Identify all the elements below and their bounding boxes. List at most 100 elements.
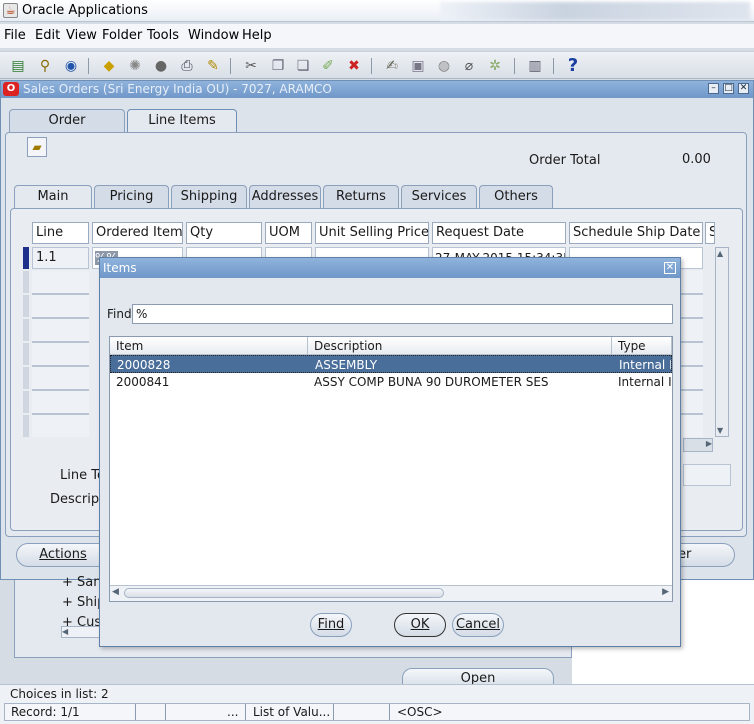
list-item[interactable]: 2000841 ASSY COMP BUNA 90 DUROMETER SES … [110,373,672,391]
navigator-icon[interactable]: ◉ [61,56,81,76]
line-cell[interactable]: 1.1 [32,247,89,269]
navigator-scroll-left-icon[interactable]: ◀ [61,626,101,638]
cut-icon[interactable]: ✂ [241,56,261,76]
ok-button-label: OK [410,617,430,632]
cancel-button-label: Cancel [455,617,501,632]
scroll-up-icon[interactable]: ▲ [717,249,723,258]
item-description: ASSEMBLY [315,358,378,372]
item-description: ASSY COMP BUNA 90 DUROMETER SES [314,375,549,389]
print-icon[interactable]: ⎙ [177,56,197,76]
open-folder-icon[interactable]: ▰ [27,137,47,157]
navigator-item[interactable]: + San [62,575,101,590]
close-icon[interactable]: ✕ [738,83,749,94]
tab-order-information[interactable]: Order Information [9,109,125,150]
save-icon[interactable]: ◆ [99,56,119,76]
column-header-type[interactable]: Type [612,337,672,355]
status-divider [389,704,390,720]
attach-icon[interactable]: ⌀ [459,56,479,76]
status-ellipsis: ... [227,705,239,719]
column-header-more: S [705,222,715,244]
tab-main[interactable]: Main [14,185,92,209]
current-record-indicator[interactable] [23,247,29,269]
dialog-title-bar: Items ✕ [100,258,680,278]
tab-returns[interactable]: Returns [323,185,399,209]
line-total-field[interactable] [683,464,731,486]
find-button[interactable]: Find [310,613,352,637]
status-fields: Record: 1/1 ... List of Valu... <OSC> [4,703,750,721]
column-header-uom: UOM [265,222,312,244]
tab-pricing[interactable]: Pricing [94,185,169,209]
list-item[interactable]: 2000828 ASSEMBLY Internal Ite [110,355,672,373]
toolbar-separator [553,58,554,74]
toolbar-separator [514,58,515,74]
tab-addresses[interactable]: Addresses [249,185,321,209]
tab-others[interactable]: Others [479,185,553,209]
horizontal-scrollbar[interactable]: ◀ ▶ [110,585,672,601]
minimize-icon[interactable]: – [708,83,719,94]
order-total-value: 0.00 [682,152,711,167]
maximize-icon[interactable]: □ [723,83,734,94]
find-label: Find [107,307,132,321]
find-input[interactable]: % [132,304,673,324]
dialog-title: Items [103,261,137,275]
tab-line-items[interactable]: Line Items [127,109,237,133]
status-divider [333,704,334,720]
translation-icon[interactable]: ✺ [125,56,145,76]
delete-record-icon[interactable]: ✖ [344,56,364,76]
scroll-thumb[interactable] [124,588,444,598]
item-number: 2000841 [116,375,170,389]
tab-services[interactable]: Services [401,185,477,209]
paste-icon[interactable]: ❏ [293,56,313,76]
cancel-button[interactable]: Cancel [452,613,504,637]
item-number: 2000828 [117,358,171,372]
scroll-right-icon[interactable]: ▶ [662,587,669,597]
menu-file[interactable]: File [4,28,26,43]
globe-icon[interactable]: ◍ [434,56,454,76]
zoom-icon[interactable]: ▣ [408,56,428,76]
copy-icon[interactable]: ❐ [268,56,288,76]
column-header-description[interactable]: Description [308,337,612,355]
menu-view[interactable]: View [66,28,97,43]
find-button-label: Find [317,617,345,632]
tab-shipping[interactable]: Shipping [171,185,247,209]
menu-folder[interactable]: Folder [102,28,142,43]
menu-window[interactable]: Window [188,28,239,43]
status-divider [165,704,166,720]
menu-edit[interactable]: Edit [35,28,60,43]
ok-button[interactable]: OK [394,613,446,637]
app-title: Oracle Applications [22,3,148,18]
java-icon: ☕ [3,3,18,18]
actions-button[interactable]: Actions [16,543,110,567]
results-list: Item Description Type 2000828 ASSEMBLY I… [109,336,673,602]
help-icon[interactable]: ? [563,56,583,76]
edit-field-icon[interactable]: ✎ [203,56,223,76]
empty-line-cells [32,271,89,437]
new-record-icon[interactable]: ▤ [8,56,28,76]
menu-tools[interactable]: Tools [147,28,179,43]
attachments-icon[interactable]: ● [151,56,171,76]
title-bar: ☕ Oracle Applications [0,0,754,22]
scroll-right-icon[interactable]: ▶ [683,438,713,452]
find-icon[interactable]: ⚲ [35,56,55,76]
clear-record-icon[interactable]: ✐ [318,56,338,76]
menu-help[interactable]: Help [242,28,272,43]
dialog-close-icon[interactable]: ✕ [664,262,676,274]
column-header-line: Line [32,222,89,244]
scroll-left-icon[interactable]: ◀ [112,587,119,597]
edit-icon[interactable]: ✍ [382,56,402,76]
toolbar-separator [230,58,231,74]
order-total-label: Order Total [529,153,601,168]
window-title-bar: O Sales Orders (Sri Energy India OU) - 7… [1,81,753,98]
scroll-down-icon[interactable]: ▼ [717,426,723,435]
items-dialog: Items ✕ Find % Item Description Type 200… [99,257,681,647]
column-header-qty: Qty [186,222,262,244]
osc-indicator: <OSC> [397,705,443,719]
menu-bar: File Edit View Folder Tools Window Help [0,24,754,48]
description-label: Descript [50,492,105,507]
toolbar-separator [88,58,89,74]
window-icon[interactable]: ▥ [525,56,545,76]
column-header-item[interactable]: Item [110,337,308,355]
vertical-scrollbar[interactable]: ▲ ▼ [715,247,729,437]
folder-tools-icon[interactable]: ✲ [485,56,505,76]
blurred-taskbar-area [440,2,750,20]
